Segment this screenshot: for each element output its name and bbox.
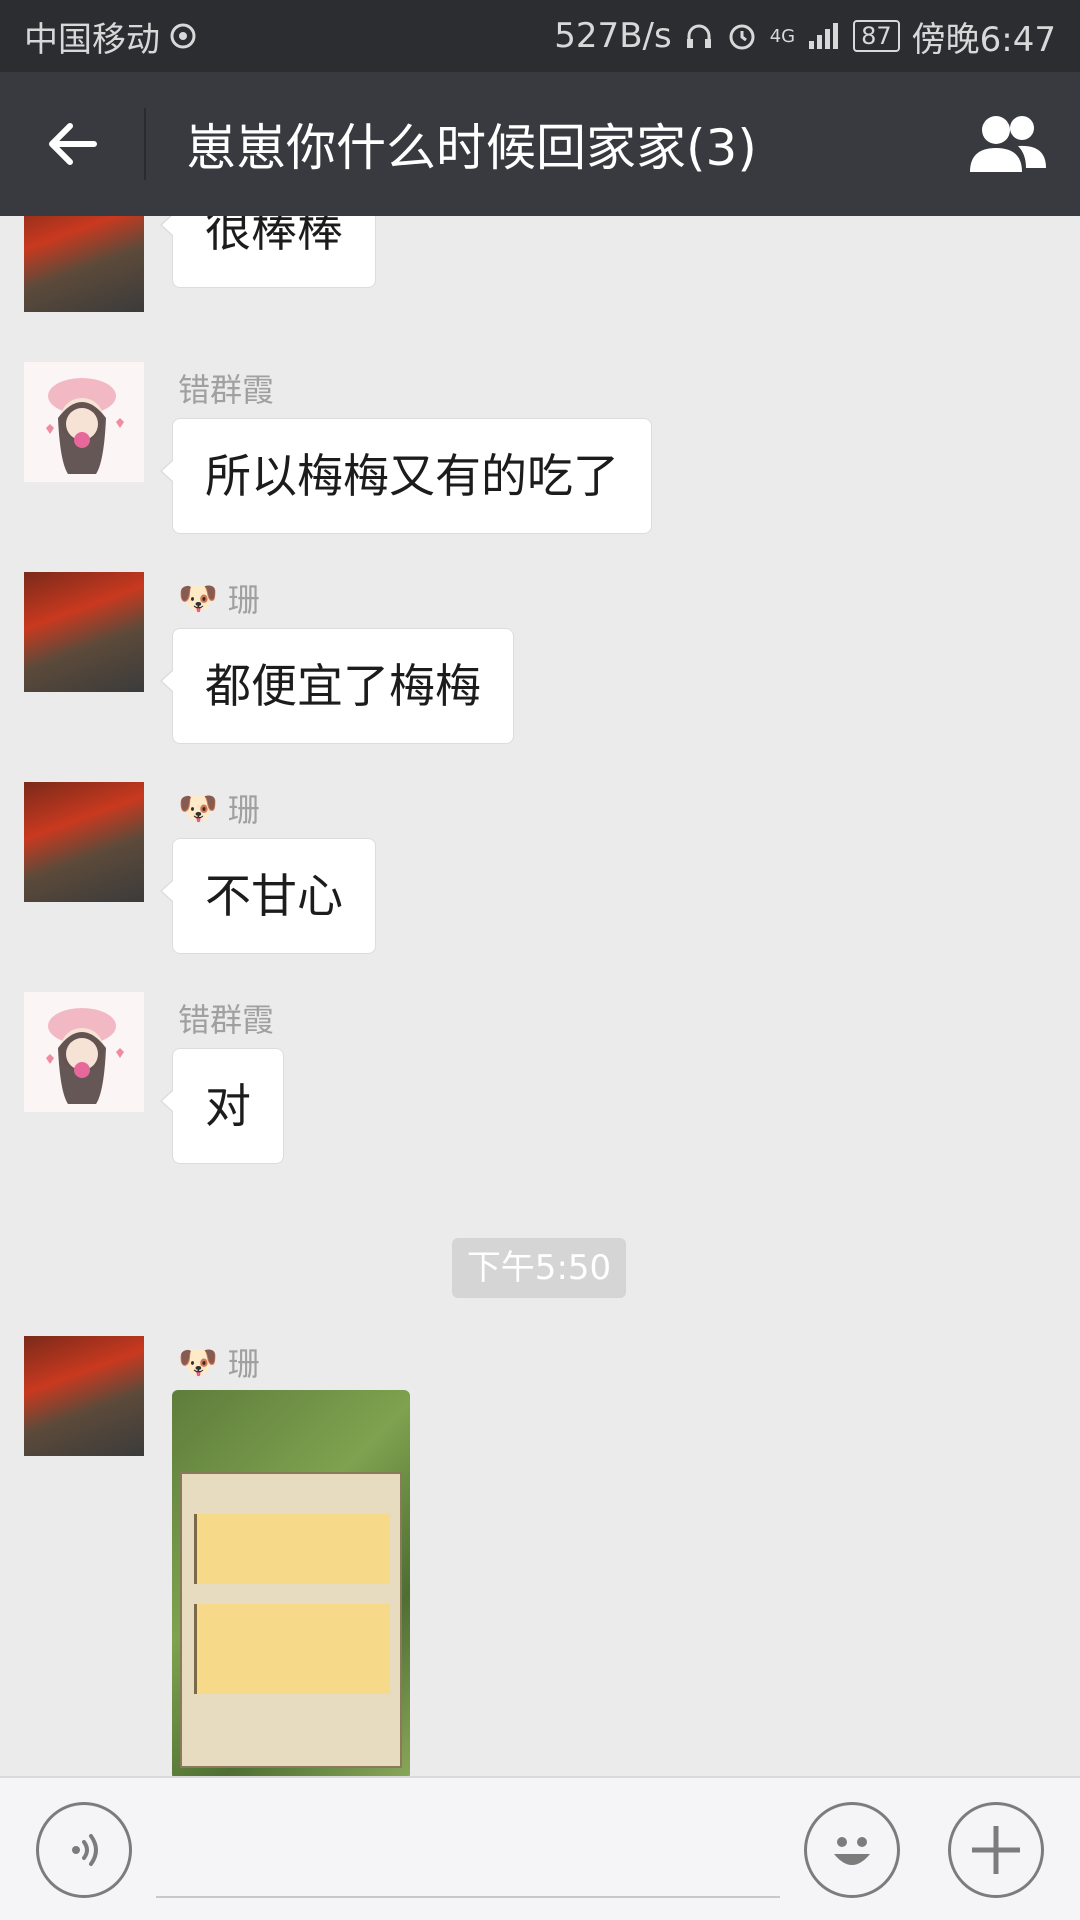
sender-name-text: 珊 (227, 791, 260, 829)
sender-name-text: 珊 (227, 581, 260, 619)
dog-emoji-icon: 🐶 (178, 579, 218, 617)
sync-icon (170, 23, 196, 49)
sender-name: 🐶 珊 (178, 1342, 260, 1383)
message-item: 🐶 珊 不甘心 (0, 782, 1080, 962)
chat-title: 崽崽你什么时候回家家(3) (186, 119, 757, 177)
sender-name-text: 错群霞 (178, 1001, 275, 1039)
status-bar: 中国移动 527B/s 4G 87 傍晚6:47 (0, 0, 1080, 72)
message-item: 错群霞 对 (0, 992, 1080, 1172)
message-item: 🐶 珊 (0, 1336, 1080, 1776)
screenshot-card (194, 1514, 390, 1584)
headphones-icon (686, 24, 711, 48)
timestamp-chip: 下午5:50 (452, 1238, 626, 1298)
sender-name: 🐶 珊 (178, 788, 260, 829)
sender-name-text: 错群霞 (178, 371, 275, 409)
message-bubble[interactable]: 很棒棒 (160, 216, 376, 288)
message-item: 🐶 珊 都便宜了梅梅 (0, 572, 1080, 752)
sender-name: 🐶 珊 (178, 578, 260, 619)
group-members-button[interactable] (936, 72, 1080, 216)
title-bar: 崽崽你什么时候回家家(3) (0, 72, 1080, 216)
voice-button[interactable] (36, 1802, 132, 1898)
emoji-button[interactable] (804, 1802, 900, 1898)
emoji-icon (834, 1837, 870, 1865)
chat-area[interactable]: 很棒棒 错群霞 所以梅梅又有的吃了 🐶 珊 都便宜了梅梅 🐶 珊 不甘心 错群霞… (0, 216, 1080, 1776)
voice-icon (72, 1834, 98, 1866)
alarm-icon (729, 24, 755, 50)
battery-indicator: 87 (853, 20, 900, 52)
avatar-girl-image (24, 362, 144, 482)
input-bar (0, 1776, 1080, 1920)
signal-icon (809, 23, 839, 49)
status-right: 527B/s 4G 87 傍晚6:47 (554, 12, 1056, 61)
more-button[interactable] (948, 1802, 1044, 1898)
net-speed: 527B/s (554, 16, 672, 56)
status-left: 中国移动 (24, 12, 198, 61)
message-item: 很棒棒 (0, 216, 1080, 336)
message-bubble[interactable]: 所以梅梅又有的吃了 (160, 418, 652, 534)
sender-name: 错群霞 (178, 998, 275, 1039)
message-bubble[interactable]: 都便宜了梅梅 (160, 628, 514, 744)
avatar[interactable] (24, 1336, 144, 1456)
sender-name: 错群霞 (178, 368, 275, 409)
back-arrow-icon (49, 123, 97, 165)
network-type: 4G (769, 25, 796, 47)
carrier-label: 中国移动 (24, 19, 160, 60)
message-bubble[interactable]: 不甘心 (160, 838, 376, 954)
avatar[interactable] (24, 992, 144, 1112)
avatar[interactable] (24, 216, 144, 312)
message-input[interactable] (156, 1802, 780, 1898)
plus-icon (972, 1826, 1020, 1874)
avatar[interactable] (24, 782, 144, 902)
screenshot-panel (180, 1472, 402, 1768)
image-message[interactable] (172, 1390, 410, 1776)
screenshot-card (194, 1604, 390, 1694)
sender-name-text: 珊 (227, 1345, 260, 1383)
avatar[interactable] (24, 572, 144, 692)
dog-emoji-icon: 🐶 (178, 1343, 218, 1381)
group-members-icon (970, 116, 1046, 172)
avatar-girl-image (24, 992, 144, 1112)
avatar[interactable] (24, 362, 144, 482)
dog-emoji-icon: 🐶 (178, 789, 218, 827)
message-bubble[interactable]: 对 (160, 1048, 284, 1164)
clock: 傍晚6:47 (911, 19, 1056, 60)
message-item: 错群霞 所以梅梅又有的吃了 (0, 362, 1080, 542)
back-button[interactable] (0, 72, 144, 216)
title-divider (144, 108, 146, 180)
